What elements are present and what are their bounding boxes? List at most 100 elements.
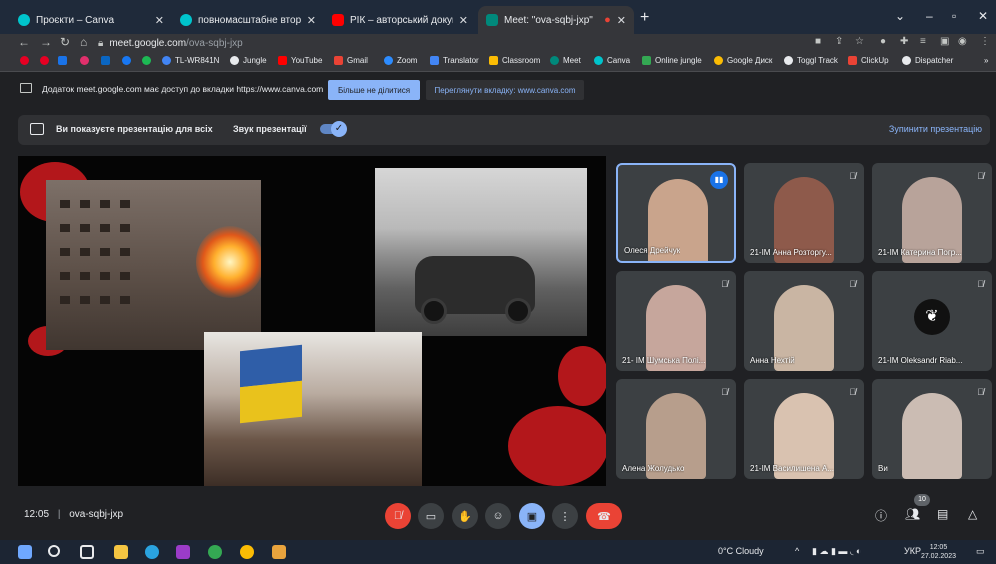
chat-icon[interactable]: ▤	[937, 507, 948, 521]
youtube-icon	[278, 56, 287, 65]
microphone-button[interactable]: 🎙̸	[385, 503, 411, 529]
extension-icon[interactable]: ●	[880, 36, 886, 47]
activities-icon[interactable]: △	[968, 507, 977, 521]
close-icon[interactable]: ✕	[617, 14, 626, 27]
more-bookmarks-icon[interactable]: »	[984, 56, 988, 65]
close-icon[interactable]: ✕	[307, 14, 316, 27]
present-button[interactable]: ▣	[519, 503, 545, 529]
info-icon[interactable]: ⓘ	[875, 507, 887, 524]
new-tab-button[interactable]: +	[640, 9, 649, 27]
participant-tile[interactable]: 🎙̸ 21-ІМ Катерина Погр...	[872, 163, 992, 263]
chrome-icon-2[interactable]	[240, 545, 254, 559]
bookmark-pinterest[interactable]	[20, 56, 33, 65]
bookmark-zoom[interactable]: Zoom	[384, 56, 417, 65]
star-icon[interactable]: ☆	[855, 36, 864, 47]
bookmark-meet[interactable]: Meet	[550, 56, 581, 65]
input-language[interactable]: УКР	[904, 546, 921, 556]
tab-youtube[interactable]: РІК – авторський документальн ✕	[324, 6, 476, 34]
bookmark-canva[interactable]: Canva	[594, 56, 630, 65]
camera-button[interactable]: ▭	[418, 503, 444, 529]
app-icon-2[interactable]	[272, 545, 286, 559]
bookmark-tl-wr841n[interactable]: TL-WR841N	[162, 56, 219, 65]
participant-tile[interactable]: ▮▮ Олеся Дрейчук	[616, 163, 736, 263]
participant-video	[902, 393, 962, 479]
weather-text[interactable]: 0°C Cloudy	[718, 546, 764, 556]
damaged-building-photo	[46, 180, 261, 350]
emoji-button[interactable]: ☺	[485, 503, 511, 529]
leave-call-button[interactable]: ☎	[586, 503, 622, 529]
tab-canva-invasion[interactable]: повномасштабне вторгнен ✕	[172, 6, 324, 34]
windows-start-icon[interactable]	[18, 545, 32, 559]
bookmark-jungle[interactable]: Jungle	[230, 56, 267, 65]
bookmark-classroom[interactable]: Classroom	[489, 56, 540, 65]
camera-icon[interactable]: ■	[815, 36, 821, 47]
bookmark-instagram[interactable]	[80, 56, 93, 65]
telegram-icon[interactable]	[145, 545, 159, 559]
system-clock[interactable]: 12:05 27.02.2023	[921, 543, 956, 561]
bookmark-google-drive[interactable]: Google Диск	[714, 56, 772, 65]
tab-search-icon[interactable]: ⌄	[895, 9, 905, 23]
mic-off-icon: 🎙̸	[721, 279, 728, 289]
bookmark-spotify[interactable]	[142, 56, 155, 65]
reload-icon[interactable]: ↻	[60, 35, 70, 49]
raise-hand-button[interactable]: ✋	[452, 503, 478, 529]
stop-sharing-button[interactable]: Більше не ділитися	[328, 80, 420, 100]
side-panel-icon[interactable]: ▣	[940, 36, 949, 47]
people-icon[interactable]: 👥︎	[905, 507, 920, 521]
notifications-icon[interactable]: ▭	[976, 546, 985, 557]
bookmark-gmail[interactable]: Gmail	[334, 56, 368, 65]
address-bar[interactable]: 🔒︎ meet.google.com /ova-sqbj-jxp	[98, 34, 243, 52]
app-icon[interactable]	[176, 545, 190, 559]
meet-icon	[550, 56, 559, 65]
stop-presenting-button[interactable]: Зупинити презентацію	[889, 124, 982, 134]
participant-tile[interactable]: 🎙̸ 21- ІМ Шумська Полі...	[616, 271, 736, 371]
bookmark-pinterest-2[interactable]	[40, 56, 53, 65]
close-icon[interactable]: ✕	[155, 14, 164, 27]
task-view-icon[interactable]	[80, 545, 94, 559]
presentation-audio-toggle[interactable]: ✓	[320, 121, 347, 137]
chrome-icon[interactable]	[208, 545, 222, 559]
participant-tile[interactable]: 🎙̸ 21-ІМ Анна Розторгу...	[744, 163, 864, 263]
home-icon[interactable]: ⌂	[80, 35, 87, 49]
tab-meet[interactable]: Meet: "ova-sqbj-jxp" ● ✕	[478, 6, 634, 34]
bookmark-toggl[interactable]: Toggl Track	[784, 56, 838, 65]
participant-tile[interactable]: ❦ 🎙̸ 21-ІМ Oleksandr Riab...	[872, 271, 992, 371]
participant-tile[interactable]: 🎙̸ 21-ІМ Василишена А...	[744, 379, 864, 479]
file-explorer-icon[interactable]	[114, 545, 128, 559]
bookmark-dispatcher[interactable]: Dispatcher	[902, 56, 953, 65]
profile-avatar[interactable]: ◉	[958, 36, 967, 47]
avatar: ❦	[914, 299, 950, 335]
participant-name: 21-ІМ Oleksandr Riab...	[878, 356, 963, 365]
forward-icon[interactable]: →	[40, 35, 52, 49]
participant-tile[interactable]: 🎙̸ Ви	[872, 379, 992, 479]
meeting-code: ova-sqbj-jxp	[69, 509, 124, 520]
bookmark-label: YouTube	[291, 56, 323, 65]
menu-icon[interactable]: ⋮	[980, 36, 990, 47]
bookmark-linkedin[interactable]	[101, 56, 114, 65]
separator: |	[57, 509, 61, 520]
bookmark-translate[interactable]	[58, 56, 71, 65]
search-icon[interactable]	[48, 545, 60, 557]
tray-chevron-icon[interactable]: ^	[795, 546, 799, 556]
back-icon[interactable]: ←	[18, 35, 30, 49]
maximize-button[interactable]: ▫	[952, 9, 956, 23]
bookmark-clickup[interactable]: ClickUp	[848, 56, 889, 65]
participant-tile[interactable]: 🎙̸ Анна Нехтій	[744, 271, 864, 371]
bookmark-facebook[interactable]	[122, 56, 135, 65]
tray-icons[interactable]: ▮ ☁ ▮ ▬ ◟ ◐	[812, 546, 861, 557]
presenting-text: Ви показуєте презентацію для всіх	[56, 124, 213, 134]
close-icon[interactable]: ✕	[459, 14, 468, 27]
puzzle-icon[interactable]: ✚	[900, 36, 908, 47]
meeting-time: 12:05	[24, 509, 50, 520]
bookmark-online-jungle[interactable]: Online jungle	[642, 56, 702, 65]
playlist-icon[interactable]: ≡	[920, 36, 926, 47]
more-options-button[interactable]: ⋮	[552, 503, 578, 529]
view-tab-button[interactable]: Переглянути вкладку: www.canva.com	[426, 80, 584, 100]
bookmark-youtube[interactable]: YouTube	[278, 56, 322, 65]
bookmark-translator[interactable]: Translator	[430, 56, 479, 65]
participant-tile[interactable]: 🎙̸ Алена Жолудько	[616, 379, 736, 479]
minimize-button[interactable]: –	[926, 9, 933, 23]
close-window-button[interactable]: ✕	[978, 9, 988, 23]
tab-canva-projects[interactable]: Проєкти – Canva ✕	[10, 6, 172, 34]
share-icon[interactable]: ⇪	[835, 36, 843, 47]
